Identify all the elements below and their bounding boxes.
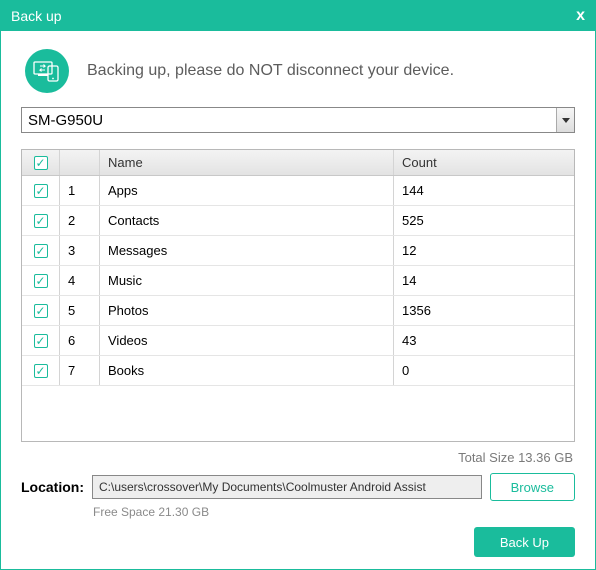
row-count: 12 <box>394 236 574 265</box>
total-size-label: Total Size 13.36 GB <box>1 450 573 465</box>
banner: Backing up, please do NOT disconnect you… <box>1 31 595 107</box>
row-count: 1356 <box>394 296 574 325</box>
table-row[interactable]: 2Contacts525 <box>22 206 574 236</box>
table-row[interactable]: 7Books0 <box>22 356 574 386</box>
row-number: 3 <box>60 236 100 265</box>
row-count: 43 <box>394 326 574 355</box>
row-checkbox[interactable] <box>34 334 48 348</box>
row-number: 7 <box>60 356 100 385</box>
backup-window: Back up x Backing up, please do NOT disc… <box>0 0 596 570</box>
table-row[interactable]: 5Photos1356 <box>22 296 574 326</box>
row-name: Photos <box>100 296 394 325</box>
data-table: Name Count 1Apps1442Contacts5253Messages… <box>21 149 575 442</box>
row-checkbox[interactable] <box>34 214 48 228</box>
header-name-cell[interactable]: Name <box>100 150 394 175</box>
row-checkbox[interactable] <box>34 184 48 198</box>
row-number: 2 <box>60 206 100 235</box>
table-row[interactable]: 3Messages12 <box>22 236 574 266</box>
row-name: Books <box>100 356 394 385</box>
table-row[interactable]: 6Videos43 <box>22 326 574 356</box>
titlebar: Back up x <box>1 1 595 31</box>
backup-button[interactable]: Back Up <box>474 527 575 557</box>
device-select[interactable]: SM-G950U <box>21 107 575 133</box>
row-checkbox[interactable] <box>34 364 48 378</box>
row-number: 4 <box>60 266 100 295</box>
location-label: Location: <box>21 479 84 495</box>
chevron-down-icon[interactable] <box>556 108 574 132</box>
footer: Back Up <box>1 519 595 569</box>
banner-message: Backing up, please do NOT disconnect you… <box>87 62 454 80</box>
row-count: 0 <box>394 356 574 385</box>
row-checkbox[interactable] <box>34 244 48 258</box>
sync-device-icon <box>25 49 69 93</box>
table-body: 1Apps1442Contacts5253Messages124Music145… <box>22 176 574 441</box>
row-count: 525 <box>394 206 574 235</box>
row-name: Contacts <box>100 206 394 235</box>
row-checkbox[interactable] <box>34 274 48 288</box>
table-header: Name Count <box>22 150 574 176</box>
row-checkbox[interactable] <box>34 304 48 318</box>
row-name: Music <box>100 266 394 295</box>
row-name: Videos <box>100 326 394 355</box>
close-icon[interactable]: x <box>576 7 585 25</box>
row-name: Messages <box>100 236 394 265</box>
header-checkbox-cell[interactable] <box>22 150 60 175</box>
table-row[interactable]: 1Apps144 <box>22 176 574 206</box>
table-row[interactable]: 4Music14 <box>22 266 574 296</box>
row-number: 1 <box>60 176 100 205</box>
row-number: 6 <box>60 326 100 355</box>
window-title: Back up <box>11 8 62 24</box>
browse-button[interactable]: Browse <box>490 473 575 501</box>
location-path-field[interactable]: C:\users\crossover\My Documents\Coolmust… <box>92 475 482 499</box>
header-number-cell <box>60 150 100 175</box>
row-name: Apps <box>100 176 394 205</box>
location-row: Location: C:\users\crossover\My Document… <box>21 473 575 501</box>
row-number: 5 <box>60 296 100 325</box>
device-select-value: SM-G950U <box>22 112 556 129</box>
row-count: 144 <box>394 176 574 205</box>
header-count-cell[interactable]: Count <box>394 150 574 175</box>
select-all-checkbox[interactable] <box>34 156 48 170</box>
free-space-label: Free Space 21.30 GB <box>93 505 595 519</box>
row-count: 14 <box>394 266 574 295</box>
